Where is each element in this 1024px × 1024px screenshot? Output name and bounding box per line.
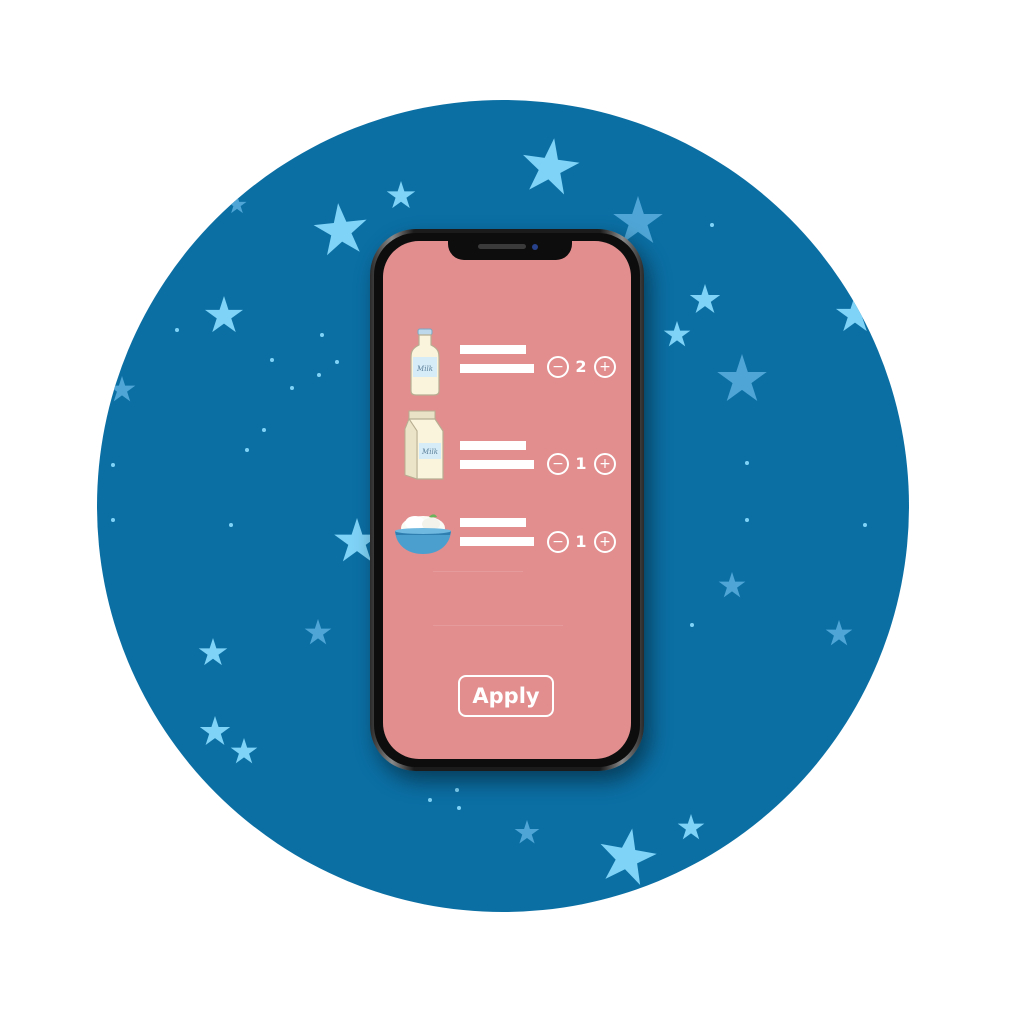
plus-button[interactable]: + — [594, 453, 616, 475]
phone-speaker — [478, 244, 526, 249]
quantity-value: 2 — [575, 357, 587, 376]
phone-notch — [448, 240, 572, 260]
item-name-placeholder — [460, 441, 526, 450]
item-name-placeholder — [460, 345, 526, 354]
list-item: Milk − 1 + — [383, 409, 631, 489]
quantity-stepper: − 1 + — [547, 531, 617, 553]
minus-button[interactable]: − — [547, 453, 569, 475]
smartphone-frame: Milk − 2 + Milk − 1 + − 1 + Apply — [370, 229, 644, 771]
plus-button[interactable]: + — [594, 531, 616, 553]
quantity-stepper: − 2 + — [547, 356, 617, 378]
milk-label-text: Milk — [416, 365, 433, 373]
faint-divider — [433, 625, 563, 626]
quantity-stepper: − 1 + — [547, 453, 617, 475]
milk-label-text: Milk — [421, 448, 438, 456]
milk-bottle-icon: Milk — [410, 328, 440, 396]
item-detail-placeholder — [460, 460, 534, 469]
faint-divider — [433, 571, 523, 572]
quantity-value: 1 — [575, 532, 587, 551]
item-name-placeholder — [460, 518, 526, 527]
app-screen: Milk − 2 + Milk − 1 + − 1 + Apply — [383, 241, 631, 759]
item-detail-placeholder — [460, 537, 534, 546]
yogurt-bowl-icon — [395, 514, 451, 554]
quantity-value: 1 — [575, 454, 587, 473]
apply-button[interactable]: Apply — [458, 675, 554, 717]
minus-button[interactable]: − — [547, 356, 569, 378]
list-item: Milk − 2 + — [383, 321, 631, 401]
item-detail-placeholder — [460, 364, 534, 373]
minus-button[interactable]: − — [547, 531, 569, 553]
milk-carton-icon: Milk — [404, 410, 444, 480]
front-camera — [532, 244, 538, 250]
plus-button[interactable]: + — [594, 356, 616, 378]
